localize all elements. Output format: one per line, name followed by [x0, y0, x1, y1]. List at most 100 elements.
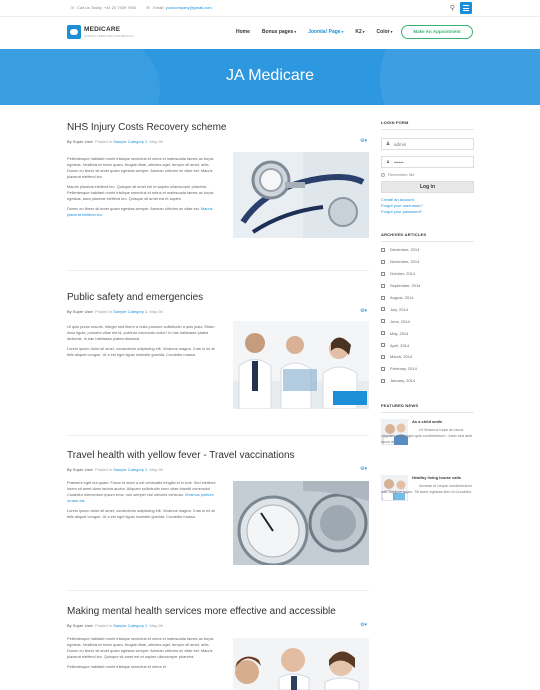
archive-month-link[interactable]: October, 2014 [381, 268, 474, 280]
posted-in-label: Posted in [95, 467, 112, 472]
logo-tagline: JOOMLA TEMPLATE FOR MEDICAL [84, 34, 134, 38]
article-meta: By Super User Posted in Sample Category … [67, 622, 369, 628]
featured-item[interactable]: As a child smile Ut Vivamus turpe du lac… [381, 418, 474, 469]
archive-month-label: July, 2014 [390, 306, 408, 312]
calendar-icon [381, 343, 385, 348]
archive-month-label: December, 2014 [390, 247, 420, 253]
featured-item-title[interactable]: As a child smile [412, 419, 442, 424]
remember-me-checkbox[interactable]: Remember Me [381, 172, 474, 177]
article-image-stethoscope[interactable] [233, 152, 369, 238]
chevron-down-icon: ▾ [294, 30, 297, 34]
archive-month-link[interactable]: May, 2014 [381, 327, 474, 339]
gear-icon[interactable]: ⚙▾ [360, 466, 367, 472]
calendar-icon [381, 271, 385, 276]
archive-month-link[interactable]: December, 2014 [381, 244, 474, 256]
gear-icon[interactable]: ⚙▾ [360, 138, 367, 144]
article-category-link[interactable]: Sample Category 1 [113, 309, 147, 314]
make-appointment-button[interactable]: Make An Appointment [401, 25, 473, 39]
password-field[interactable]: 🔒︎ •••••• [381, 156, 474, 168]
username-field[interactable]: ♟ admin [381, 138, 474, 150]
article-paragraph: Mauris placerat eleifend leo. Quisque si… [67, 184, 214, 201]
site-header: MEDICARE JOOMLA TEMPLATE FOR MEDICAL Hom… [0, 17, 540, 49]
gear-icon[interactable]: ⚙▾ [360, 308, 367, 314]
nav-item-k2[interactable]: K2▾ [355, 29, 364, 35]
article-category-link[interactable]: Sample Category 1 [113, 139, 147, 144]
article-author: By Super User [67, 139, 94, 144]
article-author: By Super User [67, 467, 94, 472]
logo-name: MEDICARE [84, 26, 121, 33]
posted-in-label: Posted in [95, 139, 112, 144]
archive-month-link[interactable]: April, 2014 [381, 339, 474, 351]
article-meta: By Super User Posted in Sample Category … [67, 466, 369, 472]
article-item: Travel health with yellow fever - Travel… [67, 450, 369, 580]
main-nav: Home Bonus pages▾ Joomla! Page▾ K2▾ Colo… [236, 29, 404, 35]
login-button[interactable]: Log in [381, 181, 474, 193]
envelope-icon: ✉ [146, 5, 150, 10]
nav-item-joomla-page[interactable]: Joomla! Page▾ [308, 29, 343, 35]
calendar-icon [381, 295, 385, 300]
site-logo[interactable]: MEDICARE JOOMLA TEMPLATE FOR MEDICAL [67, 25, 134, 39]
archive-month-link[interactable]: March, 2014 [381, 351, 474, 363]
featured-item-title[interactable]: Healthy living house calls [412, 475, 461, 480]
article-paragraph: Pellentesque habitant morbi tristique se… [67, 156, 214, 179]
stethoscope-image [233, 152, 369, 238]
article-paragraph: Lorem ipsum dolor sit amet, consectetur … [67, 346, 215, 357]
featured-news-module: FEATURED NEWS As a child smile Ut Vivamu… [381, 403, 474, 525]
archive-month-link[interactable]: November, 2014 [381, 256, 474, 268]
article-image-doctors[interactable] [233, 321, 369, 409]
archived-articles-title: ARCHIVED ARTICLES [381, 232, 427, 237]
gear-icon[interactable]: ⚙▾ [360, 622, 367, 628]
password-value: •••••• [394, 159, 404, 165]
article-title[interactable]: Making mental health services more effec… [67, 606, 369, 617]
article-item: NHS Injury Costs Recovery scheme By Supe… [67, 122, 369, 252]
article-author: By Super User [67, 623, 94, 628]
article-paragraph: Donec eu libero sit amet quam egestas se… [67, 206, 200, 211]
nav-item-bonus-pages[interactable]: Bonus pages▾ [262, 29, 296, 35]
archive-month-label: November, 2014 [390, 259, 420, 265]
article-date: May 06 [149, 309, 163, 314]
featured-item[interactable]: Healthy living house calls Aenean et neq… [381, 474, 474, 525]
article-title[interactable]: Public safety and emergencies [67, 292, 369, 303]
archive-month-label: March, 2014 [390, 354, 413, 360]
calendar-icon [381, 378, 385, 383]
article-divider [67, 590, 369, 591]
forgot-password-link[interactable]: Forgot your password? [381, 209, 474, 215]
article-title[interactable]: Travel health with yellow fever - Travel… [67, 450, 369, 461]
chevron-down-icon: ▾ [390, 30, 393, 34]
article-category-link[interactable]: Sample Category 1 [113, 467, 147, 472]
calendar-icon [381, 366, 385, 371]
archive-month-label: April, 2014 [390, 342, 410, 348]
archive-month-link[interactable]: June, 2014 [381, 315, 474, 327]
nav-item-home[interactable]: Home [236, 29, 250, 35]
search-icon[interactable]: ⚲ [447, 3, 458, 14]
contact-info: ☏ Call Us Today: +44 20 7539 7900 ✉ Email:… [70, 5, 212, 10]
archive-month-link[interactable]: July, 2014 [381, 303, 474, 315]
email-link[interactable]: yourcompany@gmail.com [165, 5, 211, 10]
article-image-gauges[interactable] [233, 481, 369, 565]
page-title: JA Medicare [225, 67, 315, 84]
top-bar: ☏ Call Us Today: +44 20 7539 7900 ✉ Email:… [0, 0, 540, 17]
archive-month-link[interactable]: February, 2014 [381, 363, 474, 375]
article-body: Pellentesque habitant morbi tristique se… [67, 636, 219, 690]
nav-item-color[interactable]: Color▾ [377, 29, 393, 35]
archive-month-label: September, 2014 [390, 283, 421, 289]
right-sidebar: LOGIN FORM ♟ admin 🔒︎ •••••• Remember Me… [381, 120, 474, 525]
medical-team-image [233, 638, 369, 690]
hamburger-icon-line [463, 10, 469, 11]
nav-label: Home [236, 29, 250, 35]
archive-month-link[interactable]: January, 2014 [381, 375, 474, 387]
article-date: May 06 [149, 623, 163, 628]
article-meta: By Super User Posted in Sample Category … [67, 138, 369, 144]
nav-label: K2 [355, 29, 362, 35]
featured-item-text: Aenean et neque condimentum wisi dapibus… [381, 483, 472, 500]
archive-month-link[interactable]: September, 2014 [381, 280, 474, 292]
article-category-link[interactable]: Sample Category 1 [113, 623, 147, 628]
archive-month-link[interactable]: August, 2014 [381, 292, 474, 304]
article-divider [67, 435, 369, 436]
article-paragraph: Pellentesque habitant morbi tristique se… [67, 636, 214, 659]
article-title[interactable]: NHS Injury Costs Recovery scheme [67, 122, 369, 133]
article-image-medical-team[interactable] [233, 638, 369, 690]
offcanvas-menu-button[interactable] [460, 2, 472, 14]
phone-text: Call Us Today: +44 20 7539 7900 [77, 5, 137, 10]
article-paragraph: Ut quis purus mauris. Integer sed libero… [67, 324, 215, 341]
